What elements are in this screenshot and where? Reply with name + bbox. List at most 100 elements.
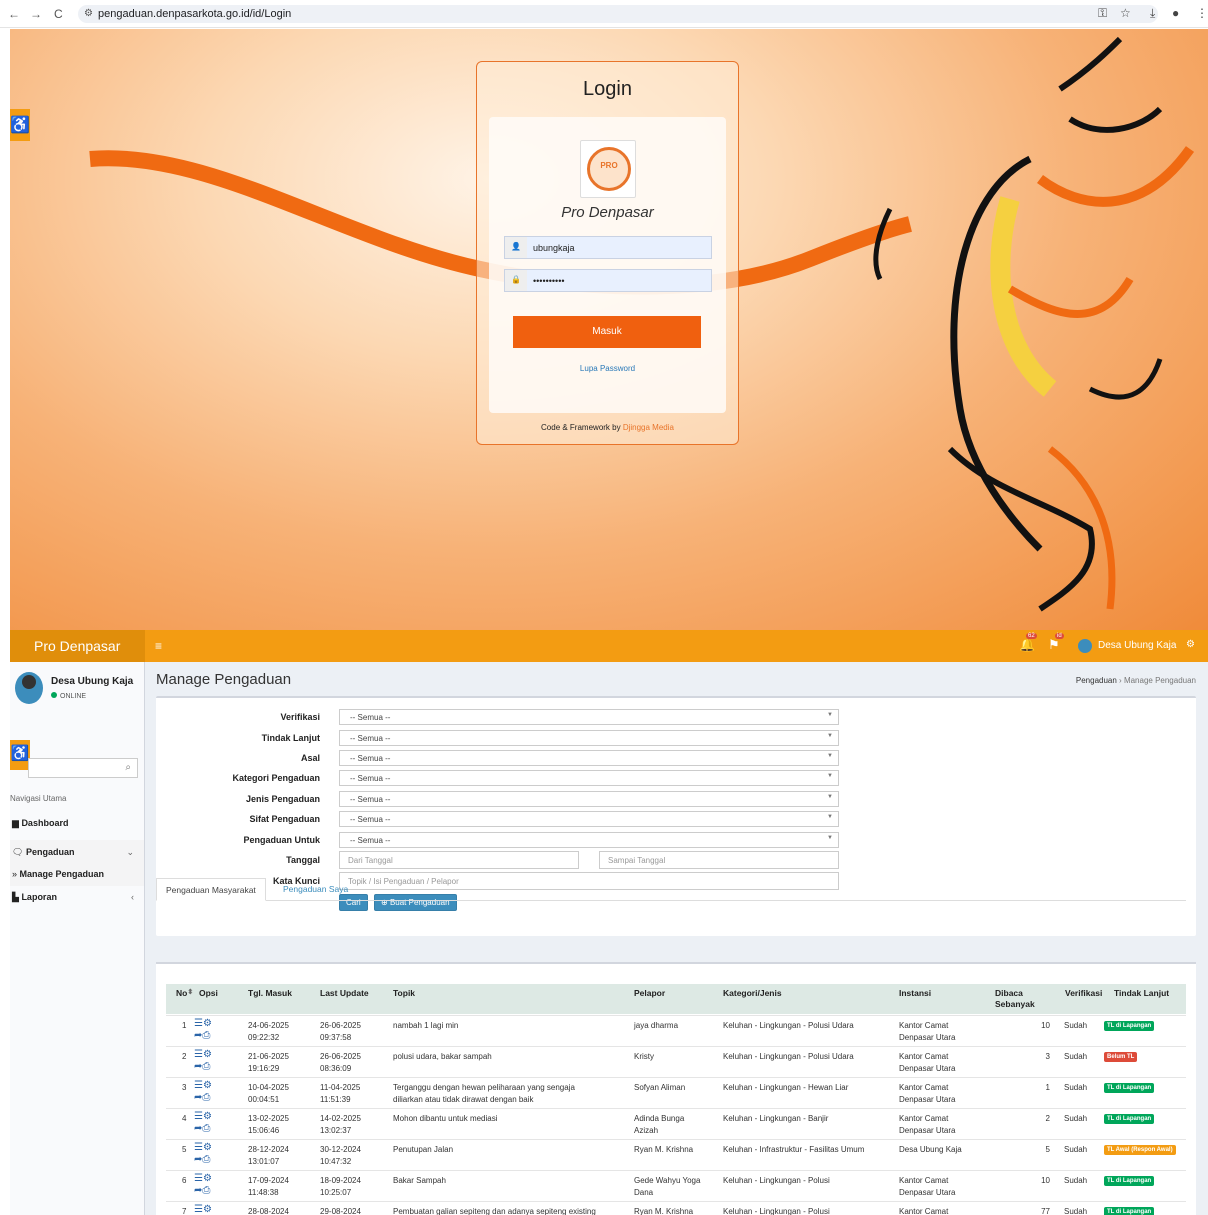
tab-pengaduan-saya[interactable]: Pengaduan Saya [274, 878, 357, 901]
accessibility-icon[interactable]: ♿ [10, 109, 30, 141]
print-icon[interactable]: ⎙ [202, 1030, 210, 1041]
col-kategori[interactable]: Kategori/Jenis [723, 988, 782, 998]
list-icon[interactable]: ☰ [194, 1018, 203, 1029]
print-icon[interactable]: ⎙ [202, 1061, 210, 1072]
col-dibaca[interactable]: Dibaca Sebanyak [995, 988, 1045, 1010]
list-icon[interactable]: ☰ [194, 1142, 203, 1153]
cell-kategori: Keluhan - Lingkungan - Polusi [723, 1207, 830, 1215]
sidebar-search-input[interactable]: ⌕ [28, 758, 138, 778]
pengaduan-untuk-select[interactable]: -- Semua -- ▼ [339, 832, 839, 848]
col-instansi[interactable]: Instansi [899, 988, 931, 998]
cell-kategori: Keluhan - Lingkungan - Polusi Udara [723, 1052, 854, 1061]
forward-icon[interactable]: → [30, 7, 42, 21]
date-to-input[interactable]: Sampai Tanggal [599, 851, 839, 869]
col-topik[interactable]: Topik [393, 988, 415, 998]
reload-icon[interactable]: C [54, 7, 63, 21]
cell-inst: Desa Ubung Kaja [899, 1145, 962, 1154]
address-bar[interactable]: ⚙ pengaduan.denpasarkota.go.id/id/Login [78, 5, 1158, 23]
verifikasi-select[interactable]: -- Semua -- ▼ [339, 709, 839, 725]
list-icon[interactable]: ☰ [194, 1204, 203, 1215]
sidebar-item-dashboard[interactable]: ▆ Dashboard [10, 818, 144, 834]
list-icon[interactable]: ☰ [194, 1173, 203, 1184]
bell-icon[interactable]: 🔔 [1019, 637, 1035, 653]
password-field[interactable]: 🔒 •••••••••• [504, 269, 712, 292]
forgot-password-link[interactable]: Lupa Password [489, 364, 726, 373]
search-icon[interactable]: ⌕ [125, 762, 131, 773]
tanggal-label: Tanggal [286, 855, 320, 865]
cell-pelapor: Adinda Bunga Azizah [634, 1114, 685, 1135]
cell-dibaca: 2 [1045, 1114, 1050, 1123]
asal-select[interactable]: -- Semua -- ▼ [339, 750, 839, 766]
date-from-input[interactable]: Dari Tanggal [339, 851, 579, 869]
print-icon[interactable]: ⎙ [202, 1154, 210, 1165]
cell-dibaca: 5 [1045, 1145, 1050, 1154]
username-field[interactable]: 👤 ubungkaja [504, 236, 712, 259]
gear-icon[interactable]: ⚙ [203, 1049, 212, 1060]
list-icon[interactable]: ☰ [194, 1111, 203, 1122]
credit-link[interactable]: Djingga Media [623, 423, 674, 432]
pengaduan-untuk-label: Pengaduan Untuk [243, 835, 320, 845]
col-verifikasi[interactable]: Verifikasi [1065, 988, 1102, 998]
sidebar-item-laporan[interactable]: ▙ Laporan ‹ [10, 892, 144, 908]
print-icon[interactable]: ⎙ [202, 1185, 210, 1196]
brand-logo[interactable]: Pro Denpasar [10, 630, 145, 662]
complaints-table: No Opsi Tgl. Masuk Last Update Topik Pel… [156, 962, 1196, 1215]
user-icon: 👤 [505, 237, 527, 258]
table-row: 5 28-12-2024 13:01:07 30-12-2024 10:47:32 Pen… [166, 1139, 1186, 1170]
print-icon[interactable]: ⎙ [202, 1092, 210, 1103]
settings-gears-icon[interactable]: ⚙ [1186, 639, 1195, 650]
kategori-select[interactable]: -- Semua -- ▼ [339, 770, 839, 786]
notif-badge: 62 [1026, 633, 1037, 639]
jenis-select[interactable]: -- Semua -- ▼ [339, 791, 839, 807]
gear-icon[interactable]: ⚙ [203, 1173, 212, 1184]
gear-icon[interactable]: ⚙ [203, 1111, 212, 1122]
list-icon[interactable]: ☰ [194, 1080, 203, 1091]
table-row: 7 28-08-2024 29-08-2024 Pembuatan galian se… [166, 1201, 1186, 1215]
cell-tgl: 17-09-2024 11:48:38 [248, 1176, 289, 1197]
accessibility-icon[interactable]: ♿ [10, 740, 30, 770]
nav-header: Navigasi Utama [10, 794, 67, 803]
tabs: Pengaduan Masyarakat Pengaduan Saya [156, 878, 1186, 901]
user-avatar-small[interactable] [1078, 639, 1092, 653]
col-last-update[interactable]: Last Update [320, 988, 369, 998]
app-name: Pro Denpasar [561, 204, 654, 221]
back-icon[interactable]: ← [8, 7, 20, 21]
download-icon[interactable]: ⤓ [1150, 6, 1155, 21]
sifat-select[interactable]: -- Semua -- ▼ [339, 811, 839, 827]
gear-icon[interactable]: ⚙ [203, 1018, 212, 1029]
profile-avatar-icon[interactable]: ● [1172, 6, 1179, 20]
comment-icon: 🗨 [12, 847, 24, 857]
password-key-icon[interactable]: ⚿ [1098, 6, 1107, 21]
table-row: 1 24-06-2025 09:22:32 26-06-2025 09:37:58 nam… [166, 1015, 1186, 1046]
gear-icon[interactable]: ⚙ [203, 1142, 212, 1153]
cell-dibaca: 10 [1041, 1176, 1050, 1185]
col-tindak-lanjut[interactable]: Tindak Lanjut [1114, 988, 1169, 998]
site-info-icon[interactable]: ⚙ [84, 8, 93, 19]
col-pelapor[interactable]: Pelapor [634, 988, 665, 998]
menu-kebab-icon[interactable]: ⋮ [1196, 6, 1208, 20]
cell-kategori: Keluhan - Lingkungan - Hewan Liar [723, 1083, 849, 1092]
col-tgl-masuk[interactable]: Tgl. Masuk [248, 988, 292, 998]
breadcrumb: Pengaduan › Manage Pengaduan [1075, 676, 1196, 685]
cell-inst: Kantor Camat [899, 1207, 949, 1215]
sidebar-item-manage-pengaduan[interactable]: » Manage Pengaduan [10, 864, 144, 886]
cell-upd: 11-04-2025 11:51:39 [320, 1083, 361, 1104]
masuk-button[interactable]: Masuk [513, 316, 701, 348]
sidebar-item-pengaduan[interactable]: 🗨 Pengaduan ⌄ [10, 840, 144, 864]
gear-icon[interactable]: ⚙ [203, 1204, 212, 1215]
bookmark-star-icon[interactable]: ☆ [1120, 6, 1131, 20]
page-title: Manage Pengaduan [156, 671, 292, 688]
tindak-lanjut-select[interactable]: -- Semua -- ▼ [339, 730, 839, 746]
flag-icon[interactable]: ⚑ [1048, 637, 1060, 653]
user-menu[interactable]: Desa Ubung Kaja [1098, 640, 1176, 651]
list-icon[interactable]: ☰ [194, 1049, 203, 1060]
cell-inst: Kantor Camat Denpasar Utara [899, 1021, 956, 1042]
gear-icon[interactable]: ⚙ [203, 1080, 212, 1091]
hamburger-menu-icon[interactable]: ≡ [155, 639, 162, 653]
print-icon[interactable]: ⎙ [202, 1123, 210, 1134]
tab-pengaduan-masyarakat[interactable]: Pengaduan Masyarakat [156, 878, 266, 901]
double-chevron-icon: » [12, 869, 18, 879]
col-no[interactable]: No [176, 988, 194, 998]
cell-inst: Kantor Camat Denpasar Utara [899, 1083, 956, 1104]
chevron-left-icon: ‹ [131, 892, 134, 902]
